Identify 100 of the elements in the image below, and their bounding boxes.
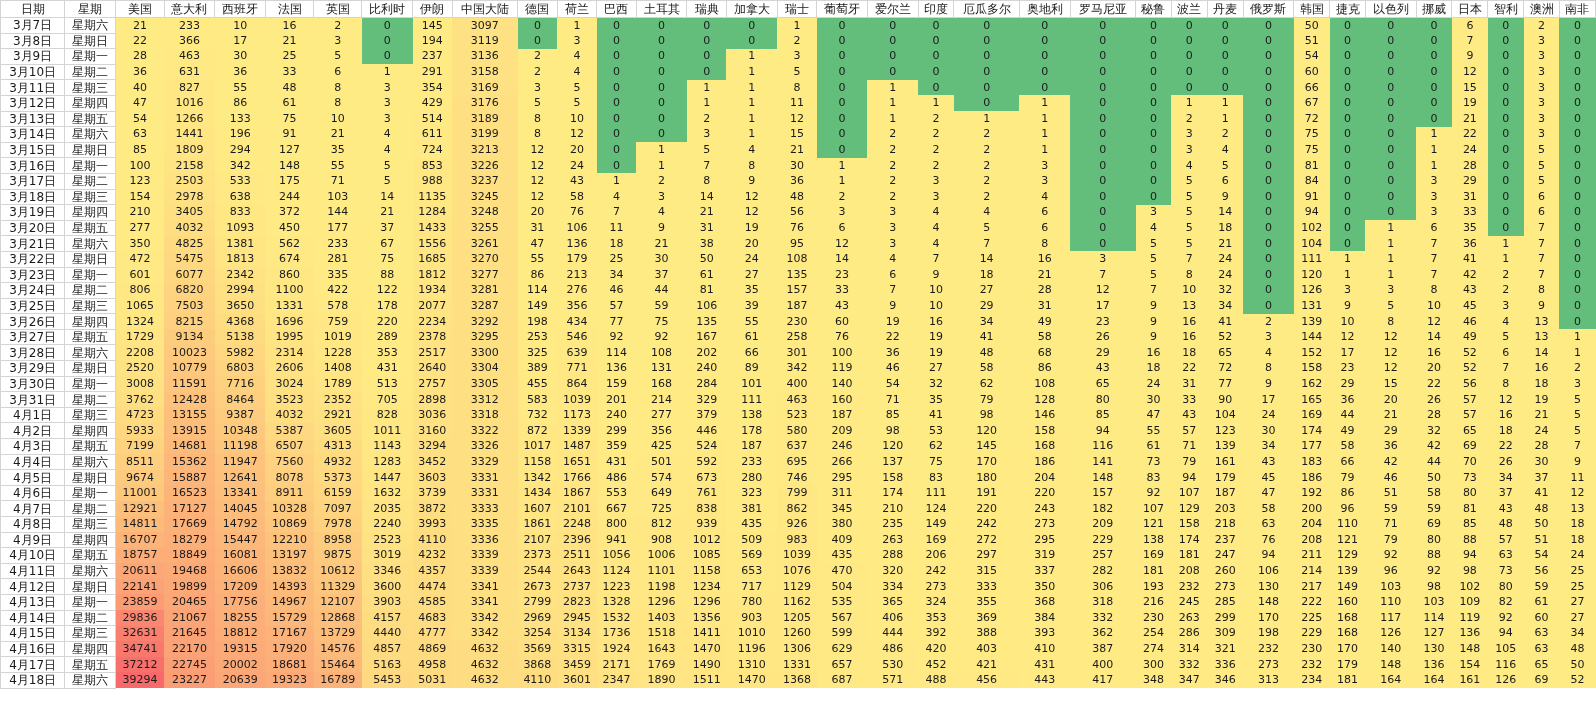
table-cell: 44	[1329, 407, 1366, 423]
table-cell: 1016	[164, 95, 215, 112]
table-cell: 31	[1171, 376, 1208, 392]
table-cell: 33	[265, 64, 314, 80]
table-cell: 2	[867, 142, 919, 158]
table-cell: 233	[726, 454, 778, 470]
table-cell: 41	[918, 407, 954, 423]
table-cell: 92	[596, 329, 637, 345]
table-cell: 0	[1243, 142, 1294, 158]
table-cell: 988	[412, 173, 453, 190]
table-cell: 4	[1019, 189, 1071, 205]
table-cell: 3	[1416, 173, 1452, 190]
table-cell: 133	[214, 111, 266, 127]
table-cell: 3	[867, 220, 919, 236]
table-cell: 1433	[412, 220, 453, 236]
table-cell: 21	[1019, 267, 1071, 283]
table-cell: 5	[1171, 220, 1208, 236]
table-cell: 1470	[726, 672, 778, 689]
column-header: 德国	[517, 0, 558, 18]
table-cell: 1	[726, 111, 778, 127]
table-cell: 674	[265, 251, 314, 267]
table-cell: 19315	[214, 641, 266, 657]
table-cell: 1867	[557, 485, 597, 501]
table-cell: 13341	[214, 485, 266, 501]
table-cell: 294	[214, 142, 266, 158]
table-cell: 3	[1070, 251, 1136, 267]
table-cell: 631	[164, 64, 215, 80]
table-cell: 12868	[313, 610, 362, 626]
table-cell: 0	[918, 64, 954, 80]
table-cell: 4632	[452, 641, 518, 657]
table-cell: 0	[1070, 95, 1136, 112]
table-cell: 18	[1523, 376, 1560, 392]
table-cell: 168	[1329, 610, 1366, 626]
table-cell: 0	[517, 33, 558, 49]
table-cell: 92	[1135, 485, 1172, 501]
table-cell: 8	[1171, 267, 1208, 283]
table-cell: 0	[1243, 64, 1294, 80]
table-cell: 34	[596, 267, 637, 283]
table-cell: 2643	[557, 563, 597, 579]
table-cell: 638	[214, 189, 266, 205]
table-cell: 187	[777, 298, 817, 314]
table-cell: 0	[1070, 64, 1136, 80]
table-cell: 4	[557, 64, 597, 80]
table-cell: 0	[596, 142, 637, 158]
table-cell: 65	[1070, 376, 1136, 392]
table-cell: 77	[1207, 376, 1244, 392]
table-cell: 47	[1135, 407, 1172, 423]
table-cell: 13	[1523, 329, 1560, 345]
table-cell: 4	[867, 251, 919, 267]
table-cell: 299	[1207, 610, 1244, 626]
table-cell: 0	[1487, 173, 1524, 190]
table-cell: 1	[1019, 142, 1071, 158]
table-cell: 1356	[686, 610, 727, 626]
table-cell: 488	[918, 672, 954, 689]
table-cell: 0	[1243, 267, 1294, 283]
table-cell: 36	[115, 64, 165, 80]
table-cell: 12	[726, 189, 778, 205]
table-cell: 119	[1451, 610, 1488, 626]
column-header: 厄瓜多尔	[953, 0, 1020, 18]
table-cell: 410	[1019, 641, 1071, 657]
table-cell: 0	[1135, 33, 1172, 49]
table-cell: 324	[918, 594, 954, 611]
table-cell: 295	[1019, 532, 1071, 548]
table-cell: 108	[1019, 376, 1071, 392]
table-cell: 0	[1559, 173, 1596, 190]
table-cell: 216	[1135, 594, 1172, 611]
table-cell: 2342	[214, 267, 266, 283]
table-cell: 3	[918, 189, 954, 205]
column-header: 加拿大	[726, 0, 778, 18]
table-cell: 13155	[164, 407, 215, 423]
table-cell: 0	[1243, 95, 1294, 112]
table-cell: 32	[918, 376, 954, 392]
table-cell: 2	[1171, 111, 1208, 127]
table-cell: 92	[636, 329, 687, 345]
table-cell: 1	[1171, 95, 1208, 112]
table-cell: 0	[816, 111, 868, 127]
table-cell: 103	[1416, 594, 1452, 611]
table-cell: 192	[1293, 485, 1330, 501]
table-cell: 144	[1293, 329, 1330, 345]
table-cell: 4157	[361, 610, 413, 626]
table-cell: 47	[115, 95, 165, 112]
table-cell: 19	[918, 329, 954, 345]
table-cell: 88	[361, 267, 413, 283]
table-cell: 4032	[164, 220, 215, 236]
table-cell: 19	[726, 220, 778, 236]
table-cell: 9	[1329, 298, 1366, 314]
table-cell: 41	[953, 329, 1020, 345]
table-cell: 58	[1416, 485, 1452, 501]
table-cell: 0	[1329, 95, 1366, 112]
table-cell: 2	[953, 142, 1020, 158]
table-cell: 2347	[596, 672, 637, 689]
table-cell: 13	[1171, 298, 1208, 314]
table-cell: 3315	[557, 641, 597, 657]
table-cell: 0	[1070, 220, 1136, 236]
table-cell: 0	[1243, 220, 1294, 236]
table-cell: 0	[636, 95, 687, 112]
table-cell: 0	[1365, 189, 1417, 205]
table-cell: 230	[1293, 641, 1330, 657]
table-cell: 9387	[214, 407, 266, 423]
table-cell: 148	[1243, 594, 1294, 611]
